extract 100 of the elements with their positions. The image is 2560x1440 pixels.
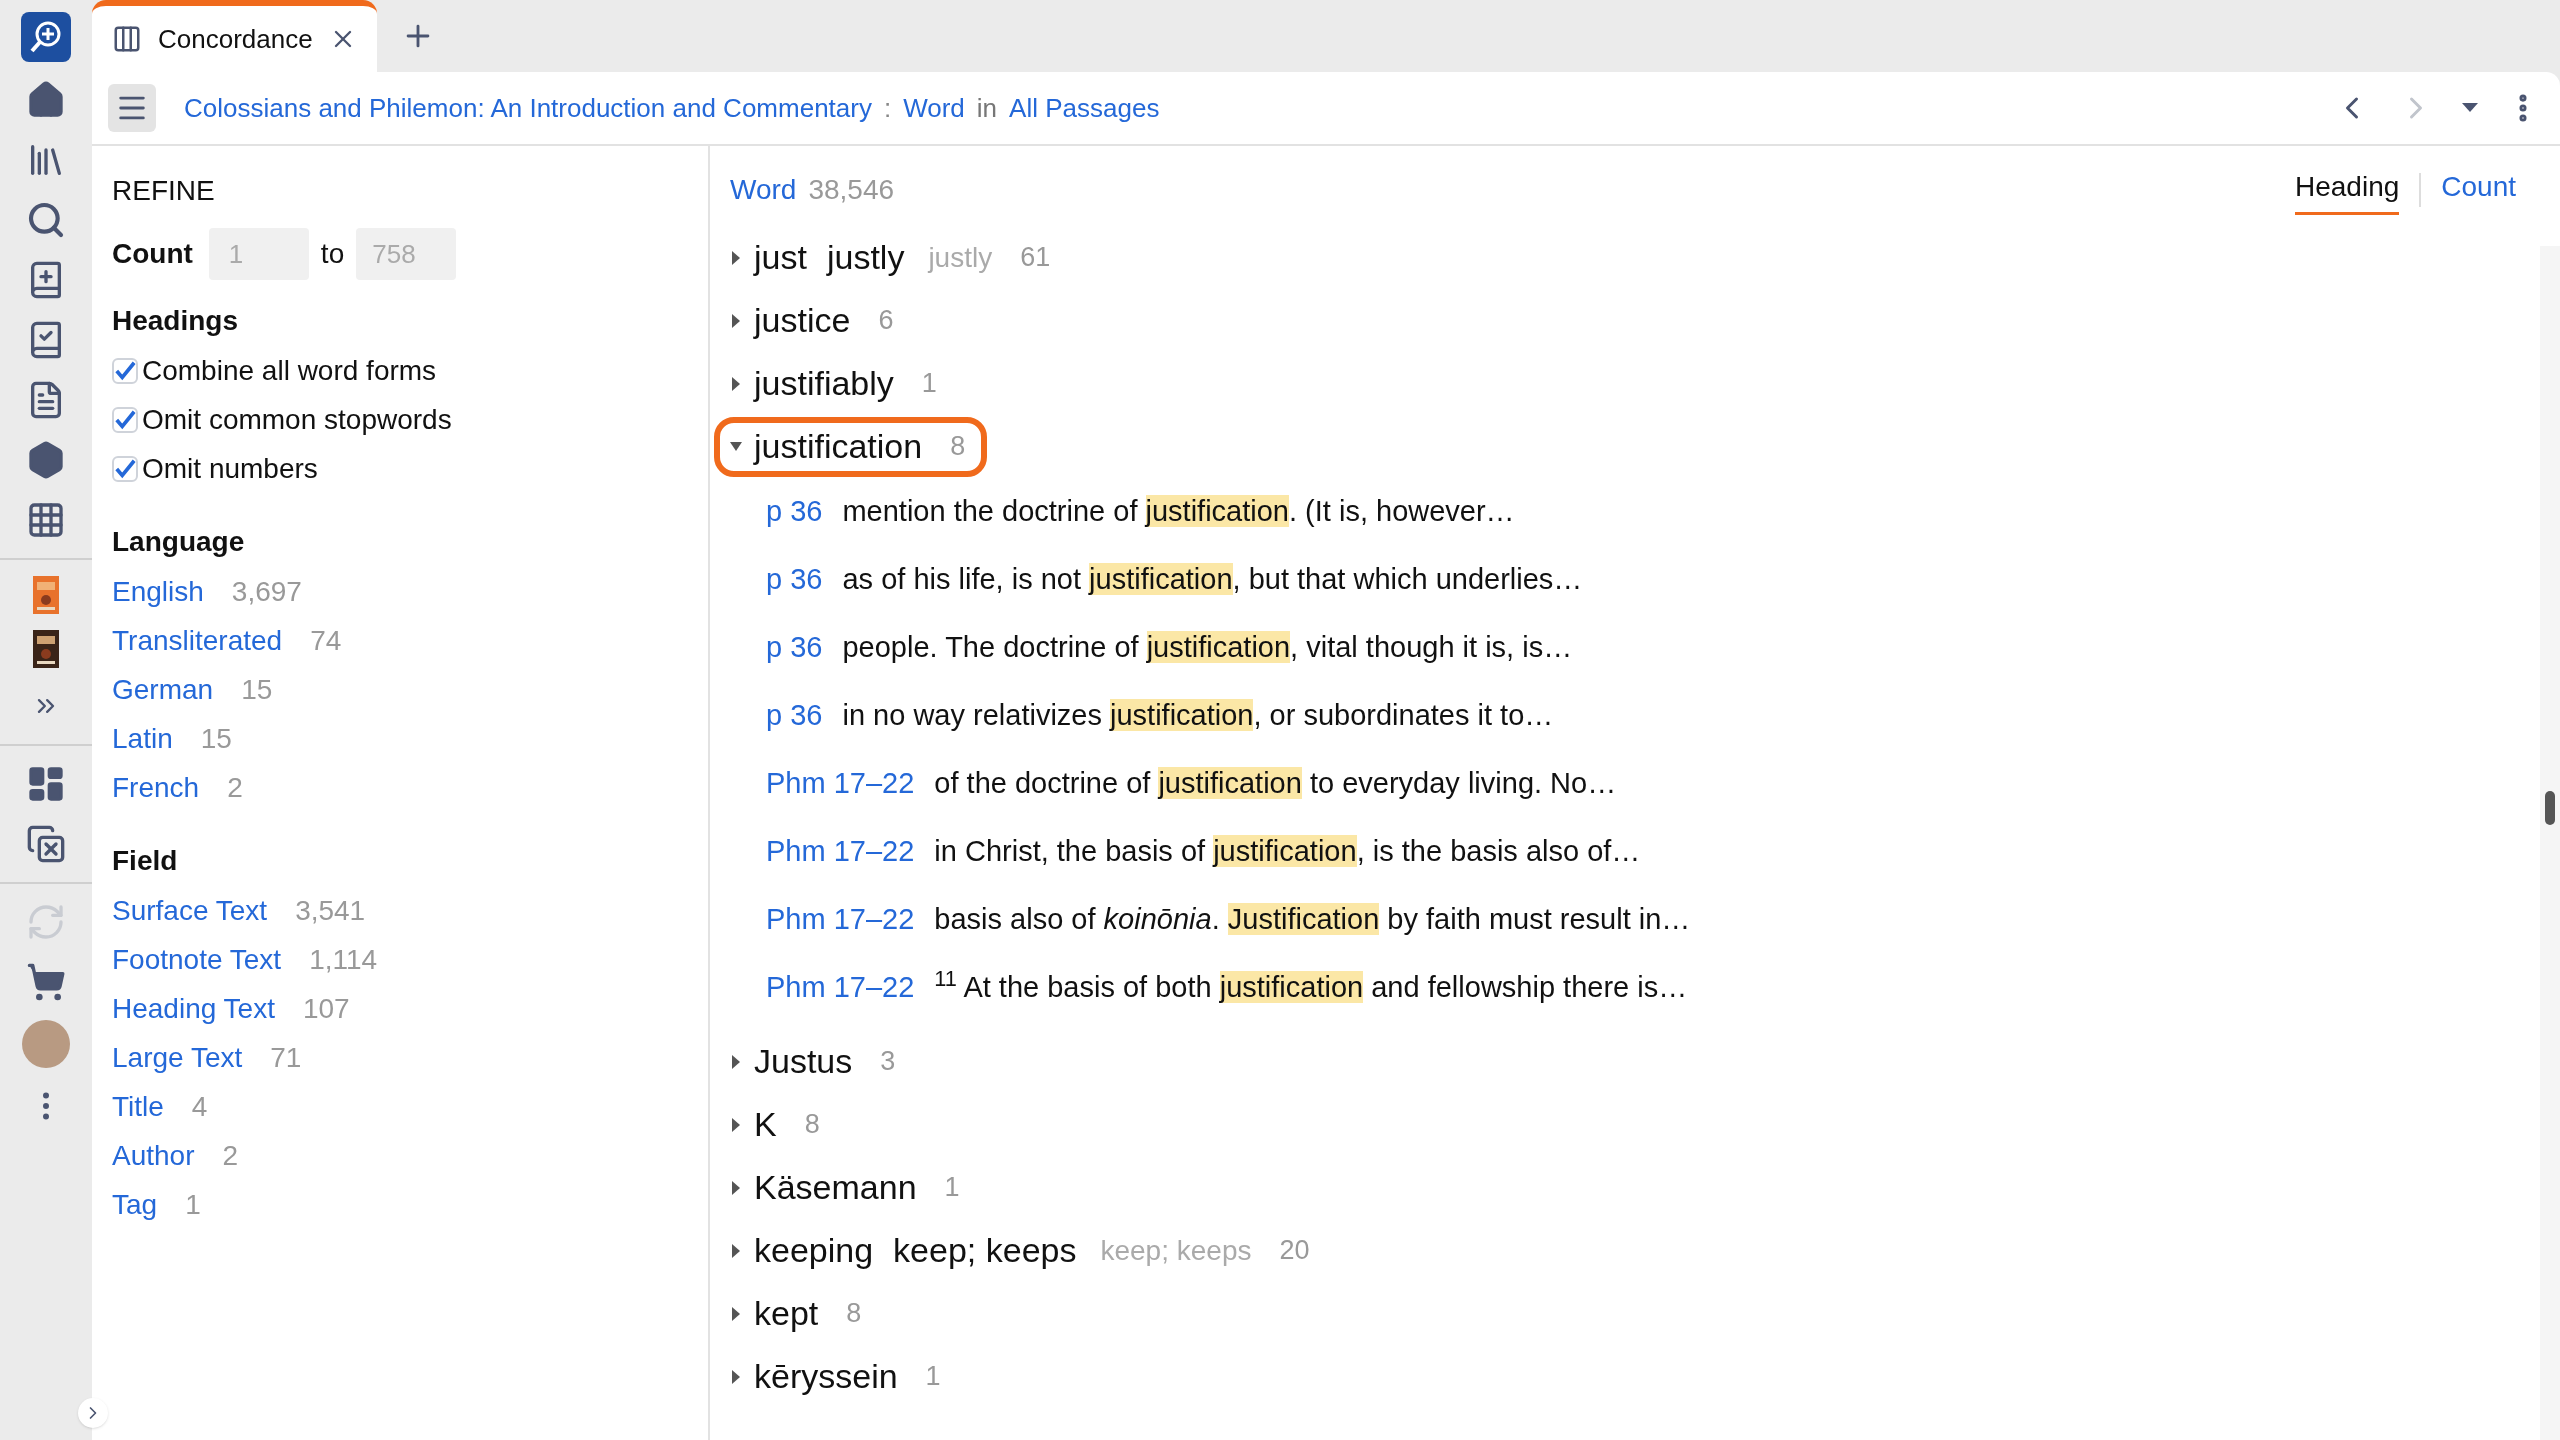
entry-count: 8 <box>846 1297 862 1331</box>
entry-word[interactable]: Justus <box>754 1036 853 1087</box>
checkbox-label: Omit common stopwords <box>142 402 452 437</box>
filter-link[interactable]: English <box>112 570 204 613</box>
checkbox-label: Omit numbers <box>142 451 318 486</box>
filter-count: 15 <box>241 672 273 707</box>
filter-link[interactable]: German <box>112 668 214 711</box>
filter-link[interactable]: Large Text <box>112 1036 243 1079</box>
reference-link[interactable]: Phm 17–22 <box>766 898 915 942</box>
hit-context: basis also of koinōnia. Justification by faith must result in… <box>934 902 1691 938</box>
expand-caret-icon[interactable] <box>730 1306 742 1321</box>
sort-tab[interactable]: Heading <box>2294 165 2400 215</box>
entry-word[interactable]: kēryssein <box>754 1351 898 1402</box>
filter-link[interactable]: Surface Text <box>112 889 268 932</box>
filter-link[interactable]: French <box>112 766 200 809</box>
entry-word[interactable]: justification <box>754 421 923 472</box>
expand-caret-icon[interactable] <box>730 1243 742 1258</box>
concordance-icon <box>112 24 142 54</box>
connector-text: in <box>976 91 998 125</box>
entry-forms: keep; keeps <box>893 1230 1077 1271</box>
to-label: to <box>320 237 345 271</box>
expand-caret-icon[interactable] <box>730 1180 742 1195</box>
scrollbar-thumb[interactable] <box>2545 791 2555 825</box>
filter-link[interactable]: Footnote Text <box>112 938 282 981</box>
expand-caret-icon[interactable] <box>730 1117 742 1132</box>
hit-context: in Christ, the basis of justification, is the basis also of… <box>934 834 1641 870</box>
entry-count: 1 <box>921 367 937 401</box>
checkbox[interactable] <box>112 357 138 384</box>
hit-context: people. The doctrine of justification, vital though it is, is… <box>842 630 1573 666</box>
filter-count: 107 <box>302 991 350 1026</box>
entry-word[interactable]: just <box>754 232 807 283</box>
count-from-field[interactable]: 1 <box>208 228 309 280</box>
resource-link[interactable]: Colossians and Philemon: An Introduction and Commentary <box>184 88 872 128</box>
count-label: Count <box>112 237 193 271</box>
expand-caret-icon[interactable] <box>730 313 742 328</box>
dropdown-caret-icon[interactable] <box>2462 103 2478 113</box>
entry-word[interactable]: K <box>754 1099 777 1150</box>
checkbox[interactable] <box>112 455 138 482</box>
results-heading: Word <box>730 173 797 207</box>
reference-link[interactable]: p 36 <box>766 558 823 602</box>
hit-context: as of his life, is not justification, but that which underlies… <box>842 562 1583 598</box>
group-title: Language <box>112 525 246 559</box>
checkbox-label: Combine all word forms <box>142 353 437 388</box>
entry-forms-dim: keep; keeps <box>1100 1233 1252 1268</box>
entry-word[interactable]: kept <box>754 1288 819 1339</box>
filter-count: 74 <box>310 623 342 658</box>
entry-count: 3 <box>880 1045 896 1079</box>
expand-caret-icon[interactable] <box>730 1369 742 1384</box>
hit-context: of the doctrine of justification to everyday living. No… <box>934 766 1617 802</box>
separator-text: : <box>883 91 892 125</box>
app-logo-icon[interactable] <box>21 12 71 62</box>
filter-count: 4 <box>191 1089 208 1124</box>
entry-word[interactable]: Käsemann <box>754 1162 917 1213</box>
reference-link[interactable]: p 36 <box>766 490 823 534</box>
field-link[interactable]: Word <box>903 88 965 128</box>
entry-count: 8 <box>950 430 966 464</box>
filter-count: 1 <box>185 1187 201 1222</box>
range-link[interactable]: All Passages <box>1009 88 1160 128</box>
tab[interactable]: Concordance <box>92 0 377 72</box>
expand-caret-icon[interactable] <box>730 1054 742 1069</box>
reference-link[interactable]: p 36 <box>766 694 823 738</box>
filter-count: 15 <box>200 721 232 756</box>
reference-link[interactable]: Phm 17–22 <box>766 966 915 1010</box>
hit-context: in no way relativizes justification, or subordinates it to… <box>842 698 1554 734</box>
entry-word[interactable]: keeping <box>754 1225 874 1276</box>
filter-count: 3,541 <box>295 893 366 928</box>
reference-link[interactable]: Phm 17–22 <box>766 830 915 874</box>
filter-count: 2 <box>222 1138 239 1173</box>
filter-link[interactable]: Author <box>112 1134 195 1177</box>
headings-title: Headings <box>112 304 240 338</box>
entry-forms: justly <box>826 237 905 278</box>
filter-link[interactable]: Heading Text <box>112 987 275 1030</box>
results-total: 38,546 <box>808 173 895 207</box>
count-to-field[interactable]: 758 <box>356 228 457 280</box>
refine-title: REFINE <box>112 174 216 208</box>
expand-panel-icon[interactable] <box>78 1398 108 1428</box>
filter-count: 3,697 <box>231 574 302 609</box>
checkbox[interactable] <box>112 406 138 433</box>
entry-forms-dim: justly <box>928 240 993 275</box>
reference-link[interactable]: Phm 17–22 <box>766 762 915 806</box>
entry-count: 6 <box>878 304 894 338</box>
filter-link[interactable]: Transliterated <box>112 619 283 662</box>
filter-link[interactable]: Tag <box>112 1183 158 1226</box>
entry-word[interactable]: justifiably <box>754 358 894 409</box>
expand-caret-icon[interactable] <box>730 376 742 391</box>
filter-count: 71 <box>270 1040 302 1075</box>
filter-count: 1,114 <box>309 942 378 977</box>
expand-caret-icon[interactable] <box>730 250 742 265</box>
sort-tab[interactable]: Count <box>2441 165 2516 215</box>
filter-link[interactable]: Latin <box>112 717 173 760</box>
hit-context: $^{11}$ At the basis of both justification and fellowship there is… <box>934 966 1688 1006</box>
menu-icon[interactable] <box>108 84 156 132</box>
entry-word[interactable]: justice <box>754 295 851 346</box>
entry-count: 20 <box>1279 1234 1310 1268</box>
filter-link[interactable]: Title <box>112 1085 164 1128</box>
entry-count: 8 <box>804 1108 820 1142</box>
reference-link[interactable]: p 36 <box>766 626 823 670</box>
group-title: Field <box>112 844 179 878</box>
entry-count: 61 <box>1020 241 1051 275</box>
entry-count: 1 <box>925 1360 941 1394</box>
